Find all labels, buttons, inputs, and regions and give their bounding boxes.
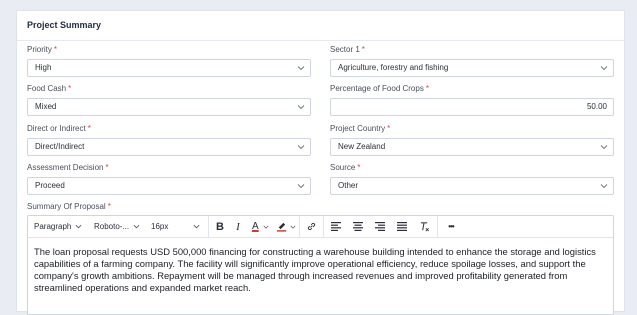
chevron-down-icon	[193, 224, 200, 229]
chevron-down-icon	[600, 66, 608, 71]
bold-button[interactable]: B	[211, 216, 229, 237]
direct-indirect-value: Direct/Indirect	[35, 142, 85, 151]
assessment-decision-select[interactable]: Proceed	[27, 177, 311, 195]
assessment-decision-label: Assessment Decision	[27, 163, 104, 172]
align-justify-button[interactable]	[393, 216, 411, 237]
project-summary-card: Project Summary Priority * High Sector 1 *…	[16, 10, 625, 315]
food-crops-percentage-label: Percentage of Food Crops	[330, 84, 424, 93]
food-cash-select[interactable]: Mixed	[27, 98, 311, 116]
toolbar-divider	[299, 216, 300, 237]
paragraph-label: Paragraph	[34, 222, 72, 231]
toolbar-divider	[437, 216, 438, 237]
clear-format-icon	[420, 222, 429, 232]
clear-format-button[interactable]	[415, 216, 433, 237]
chevron-down-icon	[133, 224, 140, 229]
summary-label: Summary Of Proposal	[27, 202, 106, 211]
align-left-button[interactable]	[327, 216, 345, 237]
required-marker: *	[53, 45, 58, 54]
project-country-value: New Zealand	[338, 142, 386, 151]
food-crops-percentage-field: Percentage of Food Crops * 50.00	[330, 84, 614, 116]
highlight-color-button[interactable]	[273, 216, 299, 237]
required-marker: *	[68, 84, 72, 93]
sector-select[interactable]: Agriculture, forestry and fishing	[330, 59, 614, 77]
priority-value: High	[35, 63, 52, 72]
required-marker: *	[361, 45, 365, 54]
priority-field: Priority * High	[27, 45, 311, 77]
required-marker: *	[107, 202, 111, 211]
food-cash-label: Food Cash	[27, 84, 67, 93]
assessment-decision-value: Proceed	[35, 181, 65, 190]
required-marker: *	[87, 124, 91, 133]
chevron-down-icon	[600, 184, 608, 189]
align-center-icon	[353, 222, 363, 231]
source-field: Source * Other	[330, 163, 614, 195]
text-color-icon: A	[252, 221, 259, 232]
align-center-button[interactable]	[349, 216, 367, 237]
text-color-button[interactable]: A	[247, 216, 273, 237]
food-cash-value: Mixed	[35, 102, 57, 111]
align-right-button[interactable]	[371, 216, 389, 237]
italic-button[interactable]: I	[229, 216, 247, 237]
more-options-button[interactable]: •••	[442, 216, 460, 237]
font-size-dropdown[interactable]: 16px	[147, 216, 208, 237]
chevron-down-icon	[297, 145, 305, 150]
summary-text[interactable]: The loan proposal requests USD 500,000 f…	[28, 238, 613, 294]
required-marker: *	[425, 84, 429, 93]
sector-field: Sector 1 * Agriculture, forestry and fish…	[330, 45, 614, 77]
source-value: Other	[338, 181, 359, 190]
chevron-down-icon	[297, 184, 305, 189]
priority-label: Priority	[27, 45, 52, 54]
chevron-down-icon	[75, 224, 82, 229]
summary-editor: Paragraph Roboto-... 16px B I A ••• The …	[27, 215, 614, 315]
required-marker: *	[387, 124, 391, 133]
project-country-select[interactable]: New Zealand	[330, 138, 614, 156]
direct-indirect-select[interactable]: Direct/Indirect	[27, 138, 311, 156]
source-label: Source	[330, 163, 356, 172]
direct-indirect-label: Direct or Indirect	[27, 124, 86, 133]
font-family-dropdown[interactable]: Roboto-...	[94, 216, 147, 237]
section-title: Project Summary	[17, 11, 624, 41]
required-marker: *	[357, 163, 361, 172]
sector-value: Agriculture, forestry and fishing	[338, 63, 449, 72]
font-size-label: 16px	[151, 222, 169, 231]
chevron-down-icon	[290, 225, 296, 229]
align-left-icon	[331, 222, 341, 231]
food-crops-percentage-input[interactable]: 50.00	[330, 98, 614, 116]
align-right-icon	[375, 222, 385, 231]
chevron-down-icon	[600, 145, 608, 150]
assessment-decision-field: Assessment Decision * Proceed	[27, 163, 311, 195]
toolbar-divider	[323, 216, 324, 237]
align-justify-icon	[397, 222, 407, 231]
food-cash-field: Food Cash * Mixed	[27, 84, 311, 116]
chevron-down-icon	[263, 225, 269, 229]
source-select[interactable]: Other	[330, 177, 614, 195]
sector-label: Sector 1	[330, 45, 360, 54]
direct-indirect-field: Direct or Indirect * Direct/Indirect	[27, 124, 311, 156]
highlighter-icon	[276, 222, 287, 232]
font-family-label: Roboto-...	[94, 222, 130, 231]
project-country-field: Project Country * New Zealand	[330, 124, 614, 156]
summary-field: Summary Of Proposal *	[27, 202, 427, 212]
chevron-down-icon	[297, 105, 305, 110]
toolbar-divider	[208, 216, 209, 237]
link-icon	[307, 222, 315, 231]
chevron-down-icon	[297, 66, 305, 71]
link-button[interactable]	[302, 216, 320, 237]
required-marker: *	[105, 163, 109, 172]
paragraph-dropdown[interactable]: Paragraph	[28, 216, 94, 237]
project-country-label: Project Country	[330, 124, 386, 133]
priority-select[interactable]: High	[27, 59, 311, 77]
editor-toolbar: Paragraph Roboto-... 16px B I A •••	[28, 216, 613, 238]
